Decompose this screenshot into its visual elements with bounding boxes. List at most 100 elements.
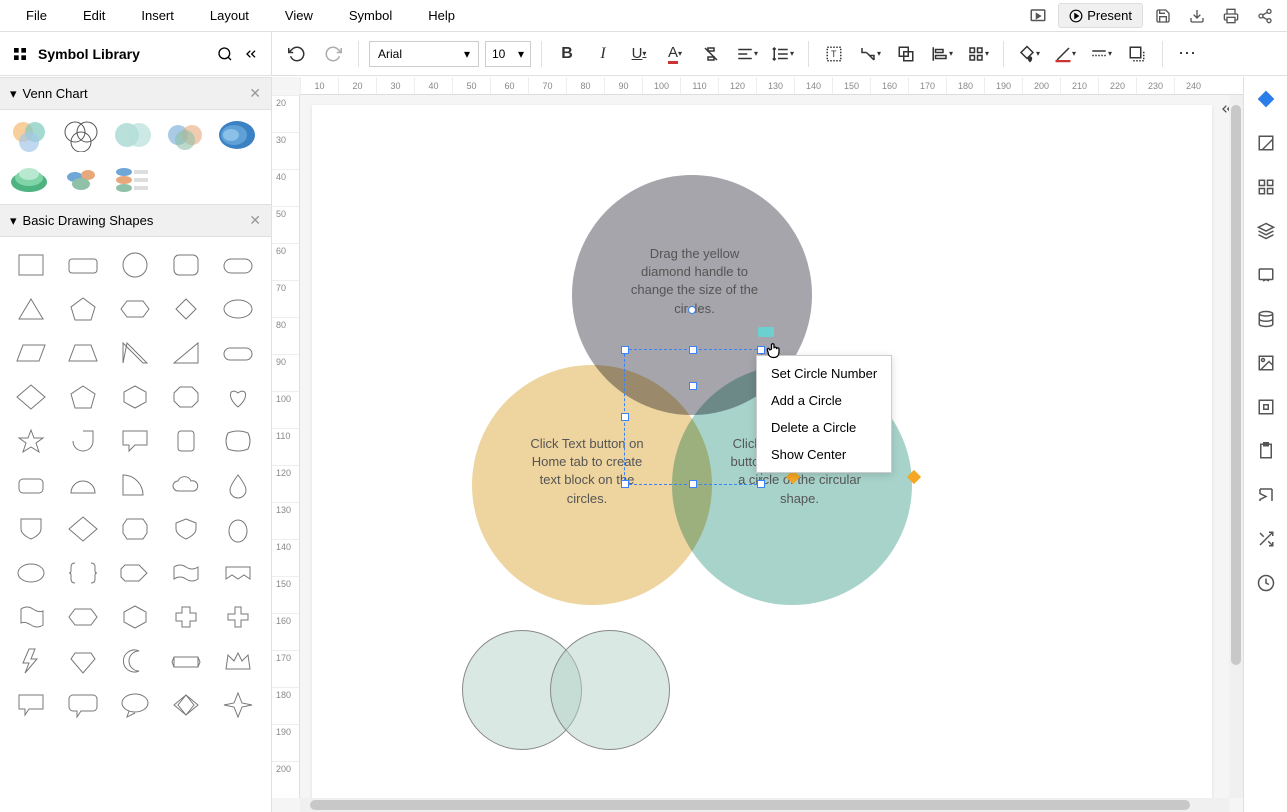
shape-hexagon-2[interactable]: [60, 597, 106, 637]
shape-badge[interactable]: [112, 509, 158, 549]
shape-droplet[interactable]: [215, 465, 261, 505]
shuffle-panel-icon[interactable]: [1252, 525, 1280, 553]
shape-egg[interactable]: [215, 509, 261, 549]
menu-view[interactable]: View: [267, 2, 331, 29]
shape-bracket[interactable]: [60, 553, 106, 593]
shape-wave[interactable]: [163, 553, 209, 593]
shape-moon[interactable]: [112, 641, 158, 681]
venn-list[interactable]: [112, 162, 154, 196]
shape-wave-2[interactable]: [8, 597, 54, 637]
shape-ellipse[interactable]: [215, 289, 261, 329]
menu-layout[interactable]: Layout: [192, 2, 267, 29]
line-spacing-button[interactable]: ▾: [768, 39, 798, 69]
small-venn-right[interactable]: [550, 630, 670, 750]
more-button[interactable]: ⋯: [1173, 39, 1203, 69]
shape-diamond-2[interactable]: [60, 509, 106, 549]
shape-blob[interactable]: [8, 553, 54, 593]
undo-button[interactable]: [282, 39, 312, 69]
venn-wave[interactable]: [8, 162, 50, 196]
shape-plus[interactable]: [215, 597, 261, 637]
shape-diamond-small[interactable]: [163, 289, 209, 329]
shape-teardrop[interactable]: [60, 421, 106, 461]
shape-gem[interactable]: [60, 641, 106, 681]
shape-rounded-rect[interactable]: [60, 245, 106, 285]
grid-panel-icon[interactable]: [1252, 173, 1280, 201]
shape-pill[interactable]: [215, 245, 261, 285]
shape-cross[interactable]: [163, 597, 209, 637]
shape-parallelogram[interactable]: [8, 333, 54, 373]
shape-shield-2[interactable]: [163, 509, 209, 549]
shape-cushion[interactable]: [215, 421, 261, 461]
italic-button[interactable]: I: [588, 39, 618, 69]
shape-pentagon-2[interactable]: [60, 377, 106, 417]
venn-2-teal[interactable]: [112, 118, 154, 152]
menu-edit[interactable]: Edit: [65, 2, 123, 29]
shape-octagon[interactable]: [163, 377, 209, 417]
image-panel-icon[interactable]: [1252, 349, 1280, 377]
menu-delete-circle[interactable]: Delete a Circle: [757, 414, 891, 441]
venn-3-outline[interactable]: [60, 118, 102, 152]
venn-3-blueorange[interactable]: [164, 118, 206, 152]
menu-insert[interactable]: Insert: [123, 2, 192, 29]
text-box-button[interactable]: T: [819, 39, 849, 69]
clipboard-panel-icon[interactable]: [1252, 437, 1280, 465]
shape-heart[interactable]: [215, 377, 261, 417]
shape-ribbon[interactable]: [163, 641, 209, 681]
shape-stadium[interactable]: [215, 333, 261, 373]
scrollbar-vertical[interactable]: [1229, 95, 1243, 798]
shape-square[interactable]: [8, 245, 54, 285]
fill-button[interactable]: ▾: [1014, 39, 1044, 69]
menu-set-circle-number[interactable]: Set Circle Number: [757, 360, 891, 387]
line-style-button[interactable]: ▾: [1086, 39, 1116, 69]
shape-callout[interactable]: [112, 421, 158, 461]
shape-shield[interactable]: [8, 509, 54, 549]
underline-button[interactable]: U▾: [624, 39, 654, 69]
close-icon[interactable]: ✕: [249, 212, 261, 229]
shape-half-circle[interactable]: [60, 465, 106, 505]
close-icon[interactable]: ✕: [249, 85, 261, 102]
line-color-button[interactable]: ▾: [1050, 39, 1080, 69]
venn-concentric[interactable]: [216, 118, 258, 152]
download-icon[interactable]: [1183, 2, 1211, 30]
shape-hexagon-flat[interactable]: [112, 289, 158, 329]
strikethrough-button[interactable]: [696, 39, 726, 69]
shape-hexagon[interactable]: [112, 377, 158, 417]
slideshow-icon[interactable]: [1024, 2, 1052, 30]
shape-quarter-circle[interactable]: [112, 465, 158, 505]
comment-panel-icon[interactable]: [1252, 261, 1280, 289]
shape-pentagon[interactable]: [60, 289, 106, 329]
layers-panel-icon[interactable]: [1252, 217, 1280, 245]
style-panel-icon[interactable]: [1252, 85, 1280, 113]
layout-panel-icon[interactable]: [1252, 129, 1280, 157]
shape-speech-round[interactable]: [60, 685, 106, 725]
shape-rhombus[interactable]: [8, 377, 54, 417]
collapse-left-icon[interactable]: [243, 46, 259, 62]
align-button[interactable]: ▾: [732, 39, 762, 69]
shape-right-triangle[interactable]: [112, 333, 158, 373]
scrollbar-horizontal[interactable]: [300, 798, 1229, 812]
basic-shapes-header[interactable]: ▾ Basic Drawing Shapes ✕: [0, 204, 271, 237]
menu-help[interactable]: Help: [410, 2, 473, 29]
share-icon[interactable]: [1251, 2, 1279, 30]
font-select[interactable]: Arial▾: [369, 41, 479, 67]
present-button[interactable]: Present: [1058, 3, 1143, 28]
shape-cloud[interactable]: [163, 465, 209, 505]
shape-hexagon-3[interactable]: [112, 597, 158, 637]
shape-tab-rect[interactable]: [8, 465, 54, 505]
shape-label[interactable]: [112, 553, 158, 593]
menu-file[interactable]: File: [8, 2, 65, 29]
redo-button[interactable]: [318, 39, 348, 69]
shadow-button[interactable]: [1122, 39, 1152, 69]
font-color-button[interactable]: A▾: [660, 39, 690, 69]
center-handle[interactable]: [688, 306, 696, 314]
shape-banner[interactable]: [215, 553, 261, 593]
shape-right-triangle-2[interactable]: [163, 333, 209, 373]
shape-lightning[interactable]: [8, 641, 54, 681]
hyperlink-panel-icon[interactable]: [1252, 393, 1280, 421]
shape-triangle[interactable]: [8, 289, 54, 329]
align-panel-icon[interactable]: [1252, 481, 1280, 509]
print-icon[interactable]: [1217, 2, 1245, 30]
connector-button[interactable]: ▾: [855, 39, 885, 69]
canvas[interactable]: 1020304050607080901001101201301401501601…: [272, 77, 1243, 812]
shape-speech-ellipse[interactable]: [112, 685, 158, 725]
